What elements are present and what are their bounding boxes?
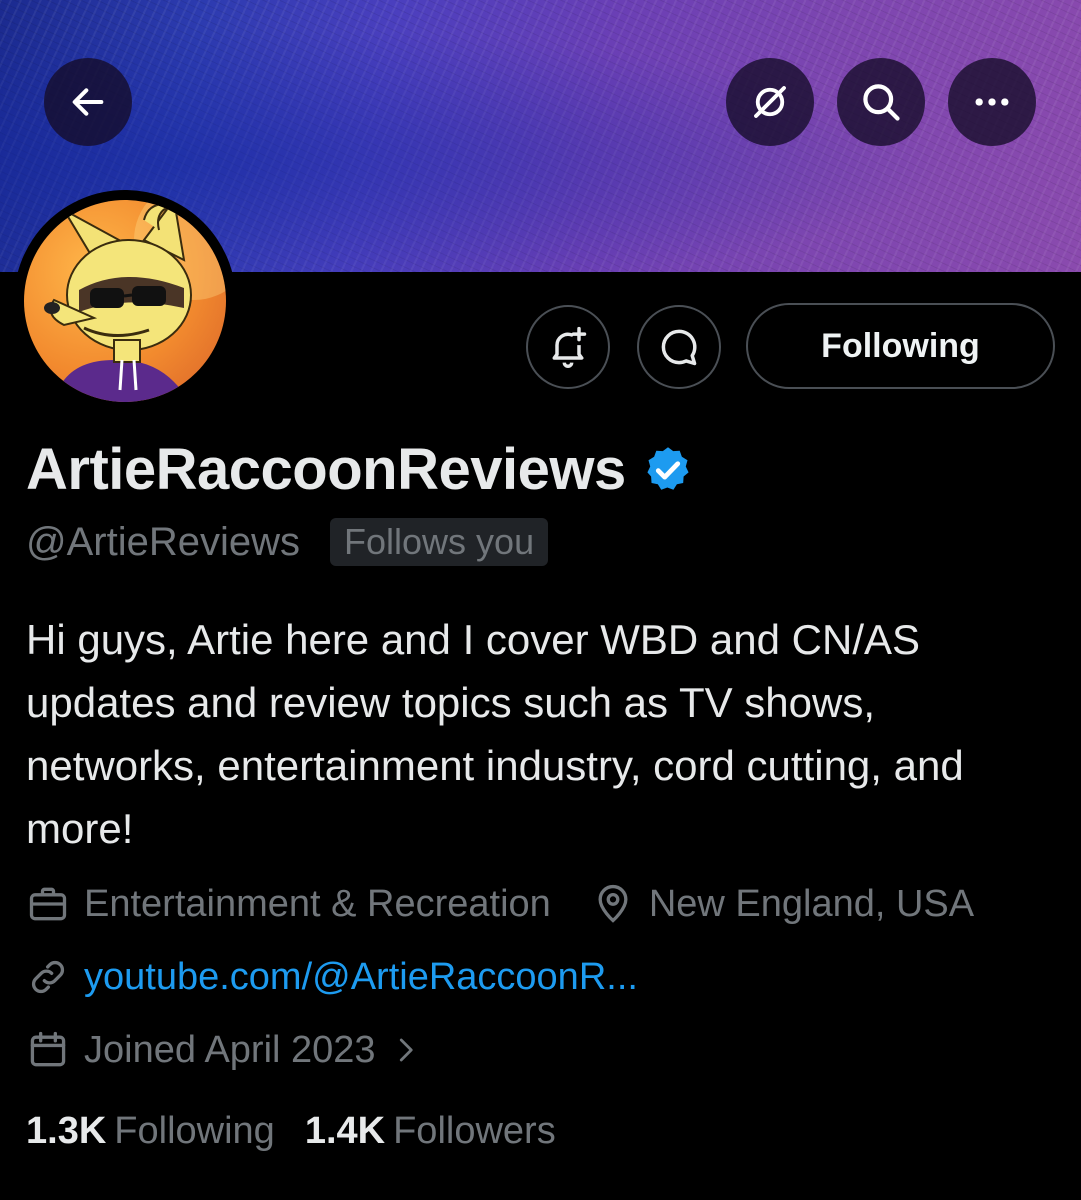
- follow-stats: 1.3K Following 1.4K Followers: [26, 1110, 556, 1153]
- handle: @ArtieReviews: [26, 519, 301, 564]
- following-button[interactable]: Following: [746, 303, 1055, 389]
- more-button[interactable]: [948, 58, 1036, 146]
- more-horizontal-icon: [975, 98, 1009, 106]
- chat-bubble-icon: [661, 329, 697, 366]
- joined-row[interactable]: Joined April 2023: [26, 1028, 420, 1072]
- followers-count: 1.4K: [304, 1110, 386, 1152]
- bio: Hi guys, Artie here and I cover WBD and …: [26, 616, 964, 852]
- profile-meta-row: Entertainment & Recreation New England, …: [26, 882, 974, 926]
- chevron-right-icon: [399, 1038, 413, 1062]
- website-link[interactable]: youtube.com/@ArtieRaccoonR...: [84, 956, 638, 999]
- following-count: 1.3K: [26, 1110, 107, 1152]
- website-row: youtube.com/@ArtieRaccoonR...: [26, 955, 638, 999]
- followers-label: Followers: [393, 1110, 556, 1152]
- category: Entertainment & Recreation: [84, 882, 551, 925]
- display-name: ArtieRaccoonReviews: [26, 437, 626, 502]
- back-button[interactable]: [44, 58, 132, 146]
- followers-stat[interactable]: 1.4K Followers: [305, 1110, 556, 1153]
- following-stat[interactable]: 1.3K Following: [26, 1110, 275, 1153]
- follows-you-badge: Follows you: [330, 518, 549, 566]
- following-label: Following: [114, 1110, 275, 1152]
- profile-name-row: ArtieRaccoonReviews: [26, 436, 694, 503]
- avatar-image: [24, 200, 226, 402]
- search-button[interactable]: [837, 58, 925, 146]
- handle-row: @ArtieReviews Follows you: [26, 518, 549, 566]
- link-icon: [31, 960, 65, 994]
- avatar[interactable]: [14, 190, 236, 412]
- bell-plus-icon: [552, 326, 587, 368]
- arrow-left-icon: [72, 88, 104, 116]
- search-icon: [863, 84, 900, 121]
- notify-button[interactable]: [526, 305, 610, 389]
- briefcase-icon: [29, 887, 67, 921]
- grok-slash-icon: [754, 86, 786, 118]
- message-button[interactable]: [637, 305, 721, 389]
- grok-button[interactable]: [726, 58, 814, 146]
- location: New England, USA: [648, 882, 975, 925]
- verified-badge-icon[interactable]: [642, 444, 694, 496]
- joined-date: Joined April 2023: [84, 1028, 376, 1071]
- calendar-icon: [30, 1031, 66, 1067]
- location-pin-icon: [598, 884, 628, 923]
